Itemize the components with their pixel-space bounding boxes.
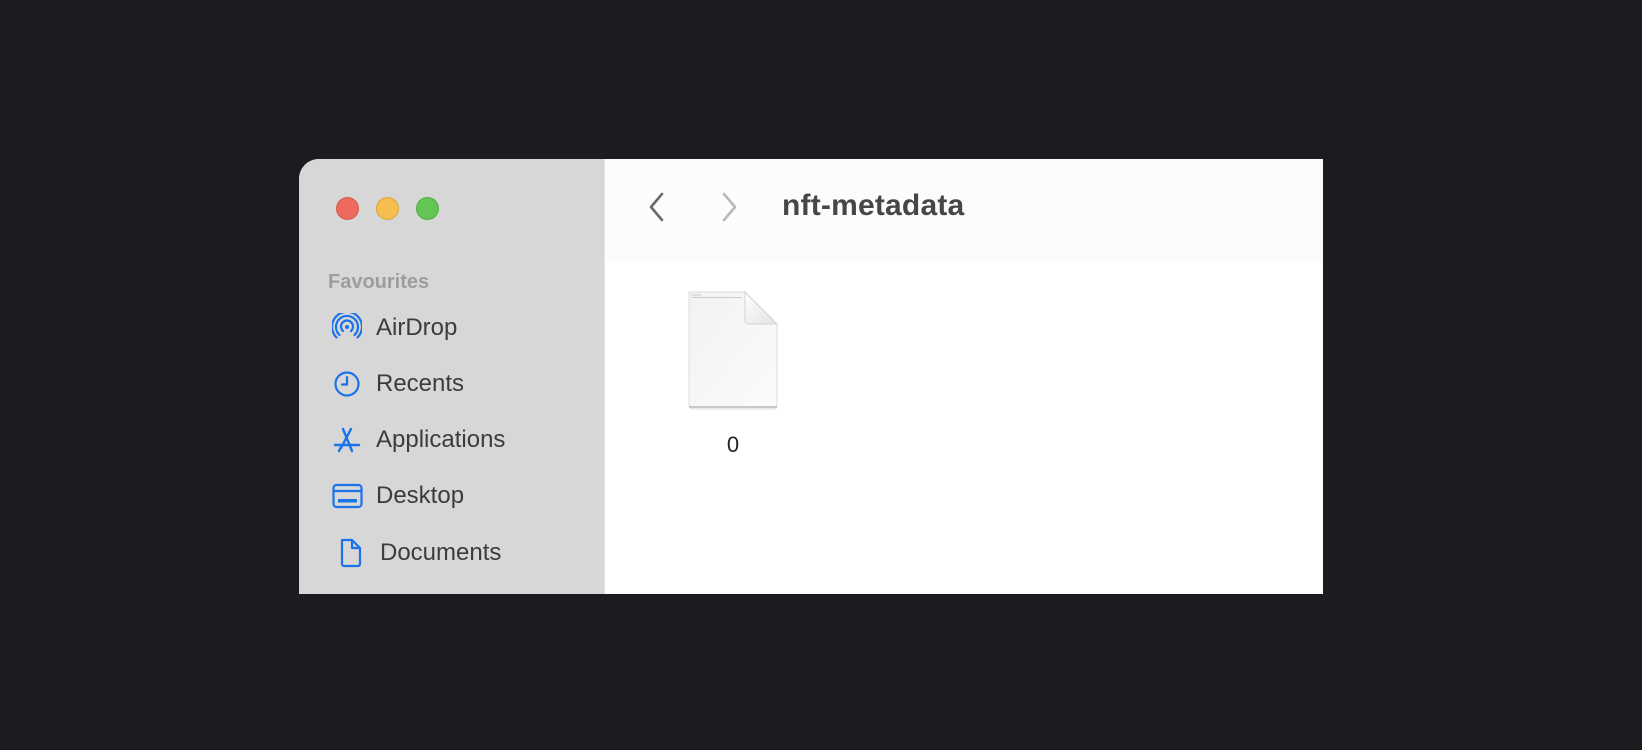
airdrop-icon: [331, 312, 363, 344]
sidebar-item-label: Desktop: [376, 482, 465, 509]
chevron-right-icon: [719, 191, 739, 228]
sidebar-item-label: Documents: [380, 539, 502, 566]
close-button[interactable]: [336, 197, 359, 220]
sidebar-item-desktop[interactable]: Desktop: [317, 472, 587, 520]
sidebar-item-label: Recents: [376, 370, 465, 397]
sidebar-item-applications[interactable]: Applications: [317, 416, 587, 464]
file-browser-content: 0: [606, 262, 1323, 594]
sidebar-item-label: AirDrop: [376, 314, 458, 341]
sidebar-section-favourites: Favourites: [328, 271, 430, 293]
toolbar: nft-metadata: [606, 159, 1323, 262]
desktop-icon: [331, 480, 363, 512]
folder-title: nft-metadata: [782, 189, 965, 222]
finder-window: Favourites AirDrop Recents Applications …: [299, 159, 1323, 594]
clock-icon: [331, 368, 363, 400]
file-name: 0: [726, 432, 740, 457]
document-icon: [335, 537, 367, 569]
sidebar: Favourites AirDrop Recents Applications …: [299, 159, 605, 594]
sidebar-item-recents[interactable]: Recents: [317, 360, 587, 408]
generic-document-icon: [687, 290, 779, 412]
sidebar-item-label: Applications: [376, 426, 506, 453]
back-button[interactable]: [641, 191, 673, 228]
zoom-button[interactable]: [416, 197, 439, 220]
applications-icon: [331, 424, 363, 456]
sidebar-item-documents[interactable]: Documents: [317, 529, 587, 577]
sidebar-item-airdrop[interactable]: AirDrop: [317, 304, 587, 352]
file-item[interactable]: 0: [678, 290, 788, 458]
chevron-left-icon: [647, 191, 667, 228]
forward-button[interactable]: [713, 191, 745, 228]
minimize-button[interactable]: [376, 197, 399, 220]
